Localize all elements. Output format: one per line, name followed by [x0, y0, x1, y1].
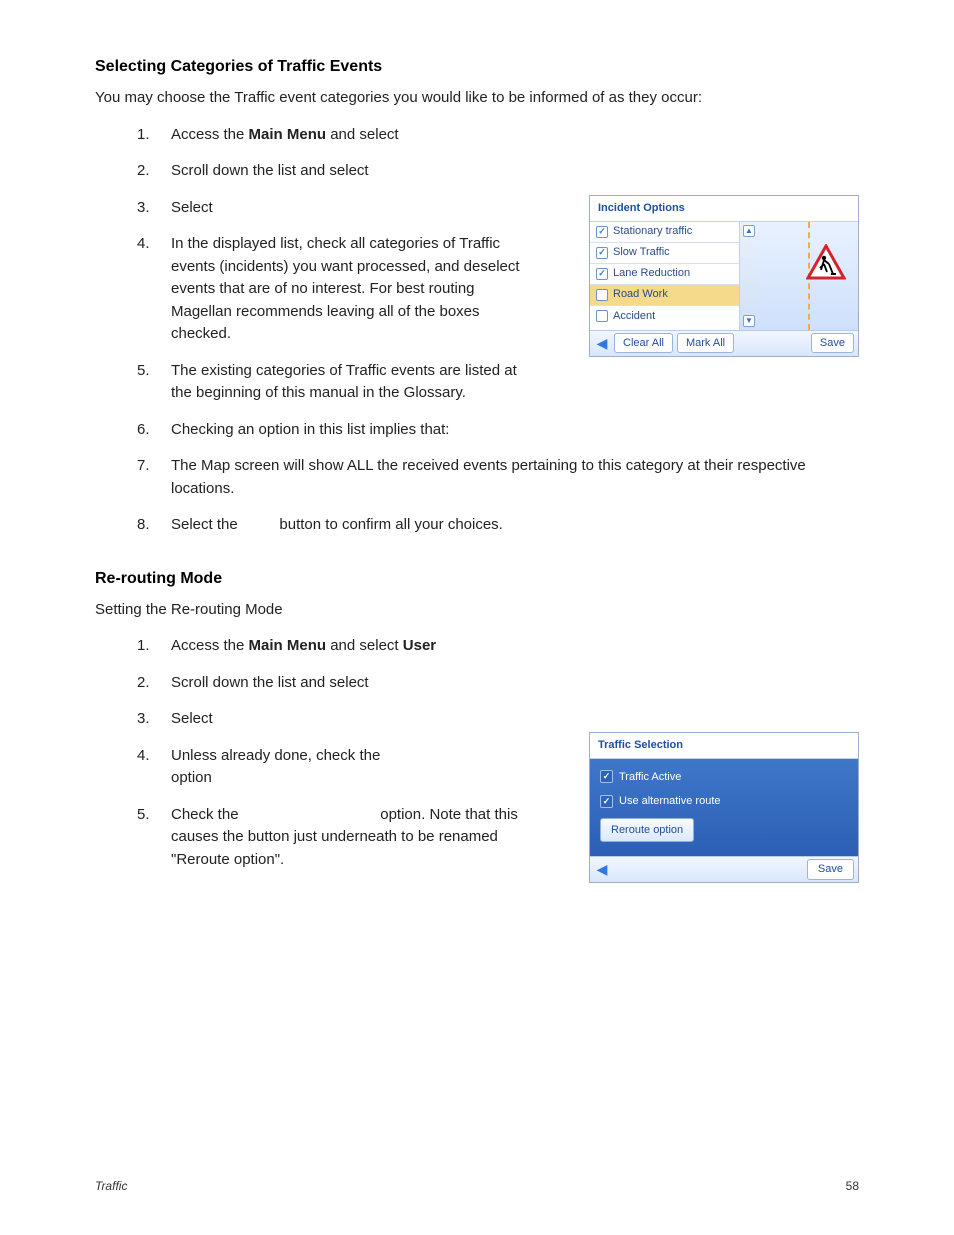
- dialog-title: Traffic Selection: [590, 733, 858, 759]
- item-label: Road Work: [613, 286, 668, 303]
- list-item[interactable]: ✓ Stationary traffic: [590, 222, 739, 243]
- item-label: Slow Traffic: [613, 244, 670, 261]
- save-button[interactable]: Save: [811, 333, 854, 354]
- step-item: Unless already done, check the option: [137, 745, 437, 790]
- mark-all-button[interactable]: Mark All: [677, 333, 734, 354]
- step-text: Unless already done, check the: [171, 747, 380, 764]
- step-text: Access the: [171, 126, 249, 143]
- checkbox-icon[interactable]: ✓: [596, 289, 608, 301]
- list-item[interactable]: ✓ Slow Traffic: [590, 243, 739, 264]
- step-text: Select the: [171, 516, 242, 533]
- option-label: Traffic Active: [619, 769, 681, 786]
- back-icon[interactable]: ◀: [594, 862, 610, 878]
- step-bold: User: [403, 637, 436, 654]
- section-heading: Selecting Categories of Traffic Events: [95, 55, 859, 79]
- step-text: and select: [326, 637, 403, 654]
- section-intro: Setting the Re-routing Mode: [95, 599, 859, 622]
- step-item: Access the Main Menu and select User: [137, 635, 859, 658]
- checkbox-icon[interactable]: ✓: [596, 247, 608, 259]
- incident-options-screenshot: Incident Options ✓ Stationary traffic ✓ Sl…: [589, 195, 859, 357]
- clear-all-button[interactable]: Clear All: [614, 333, 673, 354]
- step-text: and select: [326, 126, 399, 143]
- step-item: Access the Main Menu and select: [137, 124, 859, 147]
- step-text: Check the: [171, 806, 243, 823]
- option-row[interactable]: ✓ Use alternative route: [600, 793, 848, 810]
- step-text: Access the: [171, 637, 249, 654]
- footer-section-label: Traffic: [95, 1177, 127, 1195]
- scrollbar[interactable]: ▲ ▼: [740, 222, 758, 330]
- checkbox-icon[interactable]: ✓: [596, 226, 608, 238]
- step-item: Scroll down the list and select: [137, 672, 859, 695]
- checkbox-icon[interactable]: ✓: [596, 310, 608, 322]
- step-bold: Main Menu: [249, 126, 327, 143]
- step-item: Scroll down the list and select: [137, 160, 859, 183]
- traffic-selection-screenshot: Traffic Selection ✓ Traffic Active ✓ Use a…: [589, 732, 859, 883]
- list-item[interactable]: ✓ Accident: [590, 306, 739, 327]
- scroll-down-icon[interactable]: ▼: [743, 315, 755, 327]
- step-text: option: [171, 769, 212, 786]
- item-label: Accident: [613, 308, 655, 325]
- step-item: Checking an option in this list implies …: [137, 419, 859, 442]
- checkbox-icon[interactable]: ✓: [600, 770, 613, 783]
- option-row[interactable]: ✓ Traffic Active: [600, 769, 848, 786]
- save-button[interactable]: Save: [807, 859, 854, 880]
- checkbox-icon[interactable]: ✓: [600, 795, 613, 808]
- dialog-title: Incident Options: [590, 196, 858, 222]
- list-item[interactable]: ✓ Road Work: [590, 285, 739, 306]
- page-footer: Traffic 58: [95, 1177, 859, 1195]
- item-label: Lane Reduction: [613, 265, 690, 282]
- checkbox-icon[interactable]: ✓: [596, 268, 608, 280]
- step-item: In the displayed list, check all categor…: [137, 233, 527, 346]
- section-intro: You may choose the Traffic event categor…: [95, 87, 859, 110]
- roadwork-sign-icon: [806, 244, 846, 280]
- step-item: Check the option. Note that this causes …: [137, 804, 527, 872]
- incident-list: ✓ Stationary traffic ✓ Slow Traffic ✓ Lane …: [590, 222, 740, 330]
- option-label: Use alternative route: [619, 793, 721, 810]
- step-item: Select: [137, 708, 859, 731]
- scroll-up-icon[interactable]: ▲: [743, 225, 755, 237]
- step-item: Select the button to confirm all your ch…: [137, 514, 859, 537]
- step-item: The existing categories of Traffic event…: [137, 360, 527, 405]
- section-heading: Re-routing Mode: [95, 567, 859, 591]
- reroute-option-button[interactable]: Reroute option: [600, 818, 694, 843]
- step-bold: Main Menu: [249, 637, 327, 654]
- preview-pane: [758, 222, 858, 330]
- back-icon[interactable]: ◀: [594, 335, 610, 351]
- list-item[interactable]: ✓ Lane Reduction: [590, 264, 739, 285]
- item-label: Stationary traffic: [613, 223, 692, 240]
- page-number: 58: [846, 1177, 859, 1195]
- step-item: The Map screen will show ALL the receive…: [137, 455, 859, 500]
- step-text: button to confirm all your choices.: [275, 516, 503, 533]
